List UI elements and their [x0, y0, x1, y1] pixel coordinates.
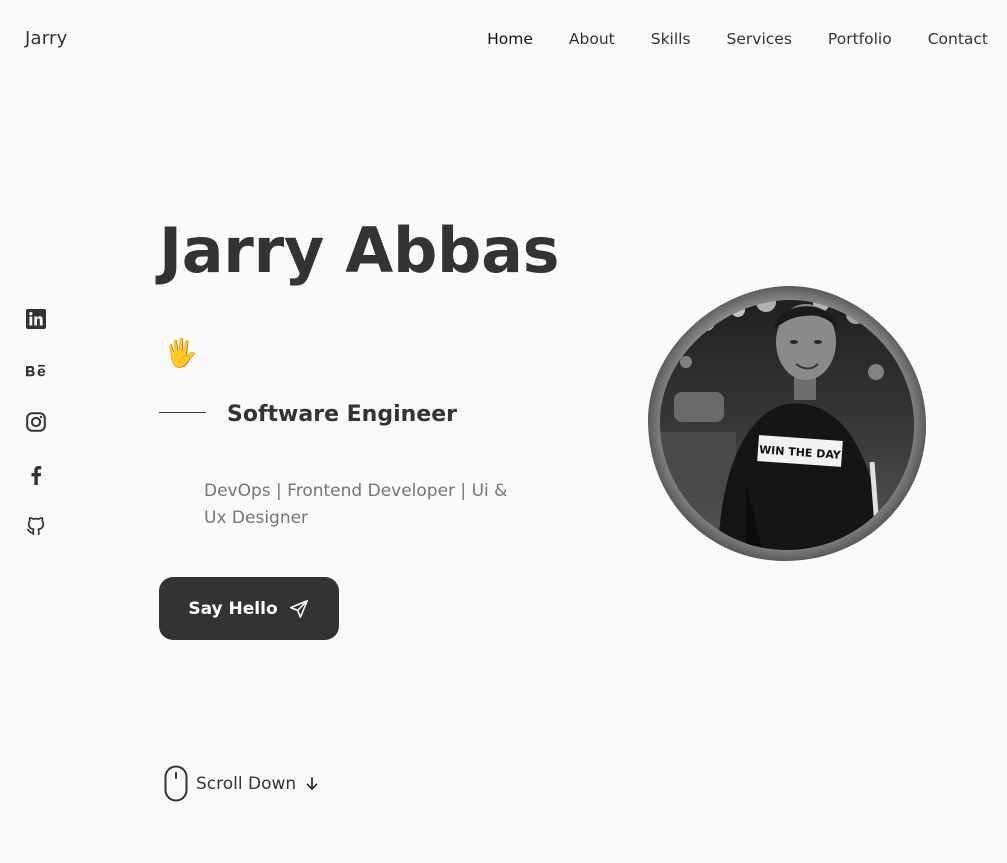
nav-contact[interactable]: Contact — [928, 30, 988, 48]
linkedin-icon[interactable] — [24, 307, 48, 331]
send-icon — [289, 599, 308, 618]
instagram-icon[interactable] — [24, 410, 48, 434]
nav-about[interactable]: About — [569, 30, 615, 48]
logo-link[interactable]: Jarry — [25, 28, 67, 49]
github-icon[interactable] — [24, 514, 48, 538]
wave-emoji-icon: 🖐 — [164, 338, 198, 369]
scroll-down-link[interactable]: Scroll Down — [164, 765, 320, 802]
say-hello-label: Say Hello — [188, 598, 278, 619]
facebook-icon[interactable] — [24, 463, 48, 487]
profile-avatar: WIN THE DAY — [647, 285, 927, 562]
hero-description: DevOps | Frontend Developer | Ui & Ux De… — [204, 481, 508, 528]
hero-subtitle: Software Engineer — [227, 402, 457, 427]
nav-skills[interactable]: Skills — [651, 30, 691, 48]
scroll-down-label: Scroll Down — [196, 773, 297, 794]
nav-home[interactable]: Home — [487, 30, 533, 48]
portfolio-page: Jarry Home About Skills Services Portfol… — [0, 0, 1007, 863]
nav-services[interactable]: Services — [727, 30, 792, 48]
behance-icon[interactable] — [24, 359, 48, 383]
site-header: Jarry Home About Skills Services Portfol… — [0, 0, 1007, 80]
hero-name: Jarry Abbas — [159, 214, 560, 287]
main-nav: Home About Skills Services Portfolio Con… — [451, 30, 988, 48]
say-hello-button[interactable]: Say Hello — [159, 577, 339, 640]
title-divider — [159, 412, 206, 413]
arrow-down-icon — [306, 776, 318, 790]
mouse-icon — [164, 765, 188, 802]
nav-portfolio[interactable]: Portfolio — [828, 30, 892, 48]
